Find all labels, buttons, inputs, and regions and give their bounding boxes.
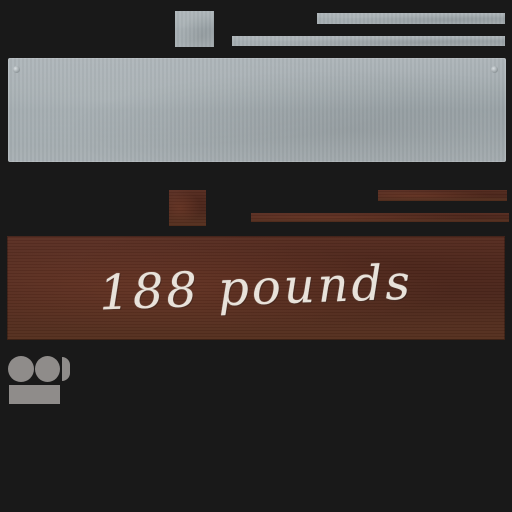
metal-strip-top	[317, 13, 505, 24]
metal-plate	[8, 58, 506, 162]
rust-swatch	[169, 190, 206, 226]
chalk-board: 188 pounds	[7, 236, 505, 340]
chalk-text: 188 pounds	[98, 254, 414, 322]
rust-strip-top	[378, 190, 507, 201]
rivet-right-icon	[491, 66, 498, 73]
grey-circle-left	[8, 356, 34, 382]
rivet-left-icon	[13, 66, 20, 73]
grey-circle-right	[35, 356, 60, 382]
grey-bar	[9, 385, 60, 404]
grey-half-cap	[62, 357, 70, 381]
rust-strip-lower	[251, 213, 509, 222]
metal-strip-lower	[232, 36, 505, 46]
metal-swatch	[175, 11, 214, 47]
